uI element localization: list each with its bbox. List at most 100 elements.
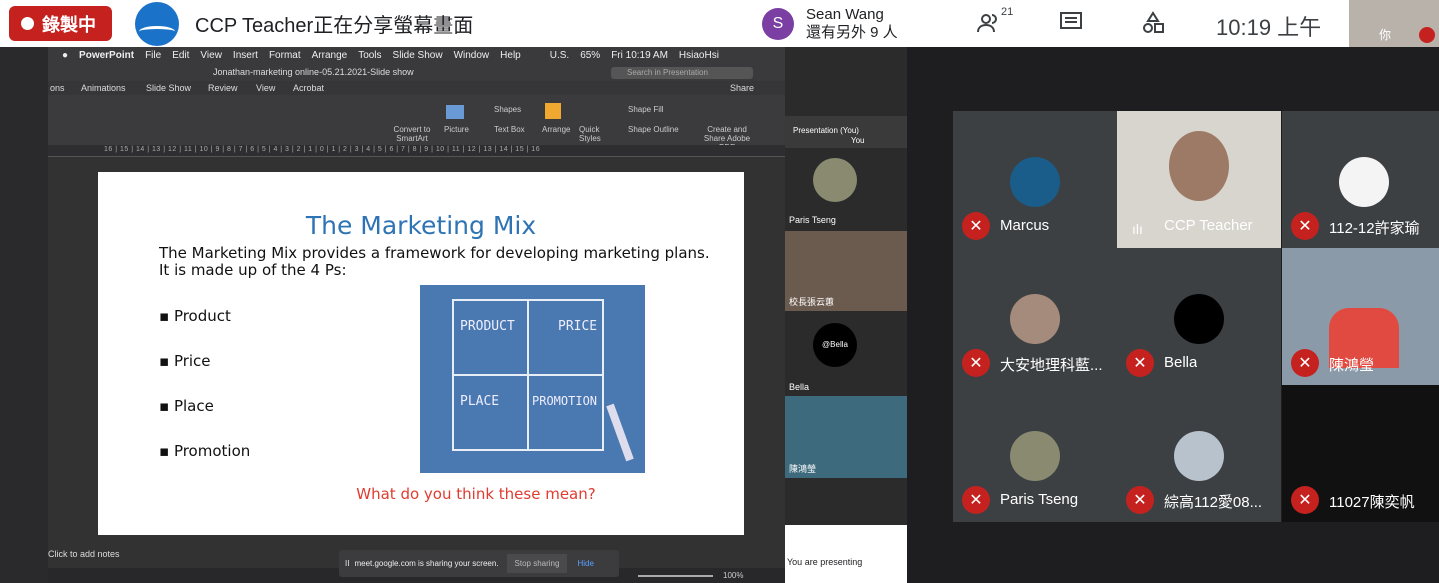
tile-name: Marcus <box>1000 217 1050 234</box>
participant-grid: ✕ Marcus ılı CCP Teacher ✕ 112-12許家瑜 ✕ 大安地理科… <box>953 111 1439 523</box>
participant-tile[interactable]: 陳鴻瑩 <box>785 396 907 478</box>
tab-transitions[interactable]: ons <box>50 83 65 93</box>
pres-label: Presentation (You) <box>793 126 859 135</box>
bullet-price: ▪ Price <box>159 352 211 370</box>
record-dot-icon <box>21 17 34 30</box>
other-participants[interactable]: S Sean Wang 還有另外 9 人 <box>762 0 952 47</box>
textbox-button[interactable]: Text Box <box>494 125 525 134</box>
activities-icon[interactable] <box>1142 11 1164 33</box>
arrange-button[interactable]: Arrange <box>542 125 570 134</box>
bullet-place: ▪ Place <box>159 397 214 415</box>
clock: 10:19 上午 <box>1216 15 1322 40</box>
convert-smartart-button[interactable]: Convert to SmartArt <box>392 125 432 143</box>
bella-avatar: @Bella <box>813 323 857 367</box>
menu-arrange[interactable]: Arrange <box>312 50 348 61</box>
participant-tile[interactable]: ✕ Bella <box>1117 248 1281 385</box>
notes-placeholder: Click to add notes <box>48 549 120 559</box>
share-button[interactable]: Share <box>730 83 754 93</box>
zoom-slider[interactable] <box>638 575 713 577</box>
pause-icon: II <box>345 559 350 568</box>
bullet-text: Place <box>173 397 214 415</box>
self-label: 你 <box>1379 28 1392 42</box>
shape-outline-button[interactable]: Shape Outline <box>628 125 679 134</box>
presenter-logo <box>135 1 179 46</box>
mic-off-icon: ✕ <box>962 349 990 377</box>
recording-badge: 錄製中 <box>9 6 112 41</box>
participant-tile[interactable]: 校長張云蕙 <box>785 231 907 311</box>
puzzle-label: PRODUCT <box>460 319 515 334</box>
apple-icon[interactable]: ● <box>62 50 68 61</box>
tab-animations[interactable]: Animations <box>81 83 126 93</box>
hide-button[interactable]: Hide <box>577 559 593 568</box>
people-icon[interactable] <box>977 12 1003 34</box>
left-strip <box>0 47 48 583</box>
participant-avatar: S <box>762 7 794 40</box>
menu-help[interactable]: Help <box>500 50 521 61</box>
mic-off-icon: ✕ <box>1291 349 1319 377</box>
mac-user[interactable]: HsiaoHsi <box>679 50 719 61</box>
recording-label: 錄製中 <box>42 14 96 35</box>
bullet-text: Price <box>173 352 211 370</box>
shape-fill-button[interactable]: Shape Fill <box>628 105 664 114</box>
menu-file[interactable]: File <box>145 50 161 61</box>
menu-format[interactable]: Format <box>269 50 301 61</box>
participant-tile[interactable]: ✕ Paris Tseng <box>953 385 1117 522</box>
mac-clock: Fri 10:19 AM <box>611 50 668 61</box>
participant-tile[interactable]: ✕ 陳鴻瑩 <box>1282 248 1439 385</box>
puzzle-label: PROMOTION <box>532 394 597 408</box>
you-label: You <box>851 136 865 145</box>
participant-tile[interactable]: ✕ 大安地理科藍... <box>953 248 1117 385</box>
menu-edit[interactable]: Edit <box>172 50 189 61</box>
quick-styles-button[interactable]: Quick Styles <box>579 125 609 143</box>
presenting-label: You are presenting <box>787 557 863 567</box>
meet-controls: 21 10:19 上午 <box>949 0 1349 47</box>
participant-tile[interactable]: ✕ 11027陳奕帆 <box>1282 385 1439 522</box>
presentation-tile[interactable]: Presentation (You) You <box>785 116 907 148</box>
menu-view[interactable]: View <box>200 50 222 61</box>
bullet-promotion: ▪ Promotion <box>159 442 251 460</box>
picture-button[interactable]: Picture <box>444 125 469 134</box>
menu-tools[interactable]: Tools <box>358 50 381 61</box>
participant-more: 還有另外 9 人 <box>806 23 898 41</box>
chat-icon[interactable] <box>1060 12 1082 32</box>
tab-slideshow[interactable]: Slide Show <box>146 83 191 93</box>
slide-canvas[interactable]: The Marketing Mix The Marketing Mix prov… <box>98 172 744 535</box>
ribbon-tabs: ons Animations Slide Show Review View Ac… <box>48 81 785 95</box>
picture-icon <box>446 105 464 119</box>
window-title: Jonathan-marketing online-05.21.2021-Sli… <box>213 67 414 77</box>
participant-tile[interactable]: ılı CCP Teacher <box>1117 111 1281 248</box>
menu-insert[interactable]: Insert <box>233 50 258 61</box>
shapes-button[interactable]: Shapes <box>494 105 521 114</box>
mic-off-icon: ✕ <box>1291 486 1319 514</box>
menu-slideshow[interactable]: Slide Show <box>393 50 443 61</box>
participant-tile[interactable]: ✕ 綜高112愛08... <box>1117 385 1281 522</box>
search-input[interactable]: Search in Presentation <box>611 67 753 79</box>
self-view[interactable]: 你 <box>1349 0 1439 47</box>
tab-view[interactable]: View <box>256 83 275 93</box>
ruler: 16 | 15 | 14 | 13 | 12 | 11 | 10 | 9 | 8… <box>48 145 785 157</box>
bullet-product: ▪ Product <box>159 307 231 325</box>
participant-tile[interactable]: @Bella Bella <box>785 315 907 395</box>
avatar <box>1174 431 1224 481</box>
participant-tile[interactable]: Paris Tseng <box>785 150 907 228</box>
bullet-text: Product <box>173 307 231 325</box>
slide-question: What do you think these mean? <box>356 485 596 503</box>
input-source[interactable]: U.S. <box>550 50 569 61</box>
participant-tile[interactable]: ✕ Marcus <box>953 111 1117 248</box>
tile-name: 校長張云蕙 <box>789 297 835 307</box>
mic-off-icon: ✕ <box>1291 212 1319 240</box>
shared-screen: ● PowerPoint File Edit View Insert Forma… <box>48 47 785 583</box>
avatar <box>1010 294 1060 344</box>
mac-menubar: ● PowerPoint File Edit View Insert Forma… <box>48 47 785 64</box>
tile-name: 11027陳奕帆 <box>1329 494 1415 511</box>
menu-window[interactable]: Window <box>454 50 490 61</box>
avatar <box>1010 157 1060 207</box>
avatar <box>1174 294 1224 344</box>
tab-acrobat[interactable]: Acrobat <box>293 83 324 93</box>
avatar <box>813 158 857 202</box>
tab-review[interactable]: Review <box>208 83 238 93</box>
menu-powerpoint[interactable]: PowerPoint <box>79 50 134 61</box>
avatar <box>1339 157 1389 207</box>
stop-sharing-button[interactable]: Stop sharing <box>506 554 568 573</box>
participant-tile[interactable]: ✕ 112-12許家瑜 <box>1282 111 1439 248</box>
